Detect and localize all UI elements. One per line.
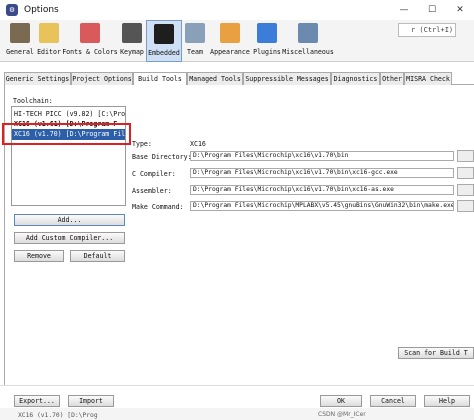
category-appearance[interactable]: Appearance bbox=[208, 20, 252, 62]
editor-icon bbox=[39, 23, 59, 43]
category-plugins[interactable]: Plugins bbox=[252, 20, 282, 62]
c-compiler-label: C Compiler: bbox=[132, 170, 176, 178]
appearance-icon bbox=[220, 23, 240, 43]
category-label: Miscellaneous bbox=[282, 48, 334, 56]
tab-generic-settings[interactable]: Generic Settings bbox=[4, 72, 71, 85]
tab-suppressible-messages[interactable]: Suppressible Messages bbox=[243, 72, 331, 85]
toolchain-label: Toolchain: bbox=[13, 97, 53, 105]
toolchain-list[interactable]: HI-TECH PICC (v9.82) [C:\Progr XC16 (v1.… bbox=[11, 106, 126, 206]
search-input[interactable]: r (Ctrl+I) bbox=[398, 23, 456, 37]
category-toolbar: General Editor Fonts & Colors Keymap Emb… bbox=[0, 20, 474, 62]
add-custom-compiler-button[interactable]: Add Custom Compiler... bbox=[14, 232, 125, 244]
tab-build-tools[interactable]: Build Tools bbox=[133, 72, 187, 86]
remove-button[interactable]: Remove bbox=[14, 250, 64, 262]
category-fonts-colors[interactable]: Fonts & Colors bbox=[62, 20, 118, 62]
category-label: Embedded bbox=[148, 49, 180, 57]
embedded-chip-icon bbox=[154, 24, 174, 44]
minimize-button[interactable]: — bbox=[390, 0, 418, 20]
category-general[interactable]: General bbox=[2, 20, 38, 62]
add-button[interactable]: Add... bbox=[14, 214, 125, 226]
tab-managed-tools[interactable]: Managed Tools bbox=[187, 72, 243, 85]
cancel-button[interactable]: Cancel bbox=[370, 395, 416, 407]
category-embedded[interactable]: Embedded bbox=[146, 20, 182, 62]
assembler-label: Assembler: bbox=[132, 187, 172, 195]
ok-button[interactable]: OK bbox=[320, 395, 362, 407]
tab-project-options[interactable]: Project Options bbox=[71, 72, 133, 85]
category-label: Fonts & Colors bbox=[62, 48, 118, 56]
browse-c-compiler-button[interactable] bbox=[457, 167, 474, 179]
category-label: Editor bbox=[37, 48, 61, 56]
watermark: CSDN @Mr_ICer bbox=[318, 411, 366, 418]
type-label: Type: bbox=[132, 140, 152, 148]
assembler-field[interactable]: D:\Program Files\Microchip\xc16\v1.70\bi… bbox=[190, 185, 454, 195]
fonts-colors-icon bbox=[80, 23, 100, 43]
category-keymap[interactable]: Keymap bbox=[118, 20, 146, 62]
close-button[interactable]: ✕ bbox=[446, 0, 474, 20]
c-compiler-field[interactable]: D:\Program Files\Microchip\xc16\v1.70\bi… bbox=[190, 168, 454, 178]
category-label: Plugins bbox=[253, 48, 281, 56]
category-team[interactable]: Team bbox=[182, 20, 208, 62]
plugins-icon bbox=[257, 23, 277, 43]
default-button[interactable]: Default bbox=[70, 250, 125, 262]
highlight-annotation bbox=[2, 123, 131, 145]
scan-build-tools-button[interactable]: Scan for Build T bbox=[398, 347, 474, 359]
make-command-label: Make Command: bbox=[132, 203, 184, 211]
help-button[interactable]: Help bbox=[424, 395, 470, 407]
category-label: Appearance bbox=[210, 48, 250, 56]
import-button[interactable]: Import bbox=[68, 395, 114, 407]
category-miscellaneous[interactable]: Miscellaneous bbox=[282, 20, 334, 62]
type-value: XC16 bbox=[190, 140, 206, 148]
maximize-button[interactable]: ☐ bbox=[418, 0, 446, 20]
category-label: Keymap bbox=[120, 48, 144, 56]
browse-assembler-button[interactable] bbox=[457, 184, 474, 196]
title-bar: ⚙ Options — ☐ ✕ bbox=[0, 0, 474, 20]
make-command-field[interactable]: D:\Program Files\Microchip\MPLABX\v5.45\… bbox=[190, 201, 454, 211]
window-controls: — ☐ ✕ bbox=[390, 0, 474, 20]
tab-diagnostics[interactable]: Diagnostics bbox=[331, 72, 380, 85]
miscellaneous-icon bbox=[298, 23, 318, 43]
background-text: XC16 (v1.70) [D:\Prog bbox=[18, 412, 98, 419]
base-directory-label: Base Directory: bbox=[132, 153, 192, 161]
browse-base-directory-button[interactable] bbox=[457, 150, 474, 162]
team-icon bbox=[185, 23, 205, 43]
category-label: General bbox=[6, 48, 34, 56]
browse-make-command-button[interactable] bbox=[457, 200, 474, 212]
keymap-icon bbox=[122, 23, 142, 43]
export-button[interactable]: Export... bbox=[14, 395, 60, 407]
base-directory-field[interactable]: D:\Program Files\Microchip\xc16\v1.70\bi… bbox=[190, 151, 454, 161]
tab-bar: Generic Settings Project Options Build T… bbox=[4, 72, 474, 86]
general-settings-icon bbox=[10, 23, 30, 43]
category-editor[interactable]: Editor bbox=[36, 20, 62, 62]
tab-other[interactable]: Other bbox=[380, 72, 404, 85]
tab-misra-check[interactable]: MISRA Check bbox=[404, 72, 452, 85]
window-title: Options bbox=[24, 5, 59, 15]
category-label: Team bbox=[187, 48, 203, 56]
app-icon: ⚙ bbox=[6, 4, 18, 16]
footer-separator bbox=[0, 385, 474, 386]
